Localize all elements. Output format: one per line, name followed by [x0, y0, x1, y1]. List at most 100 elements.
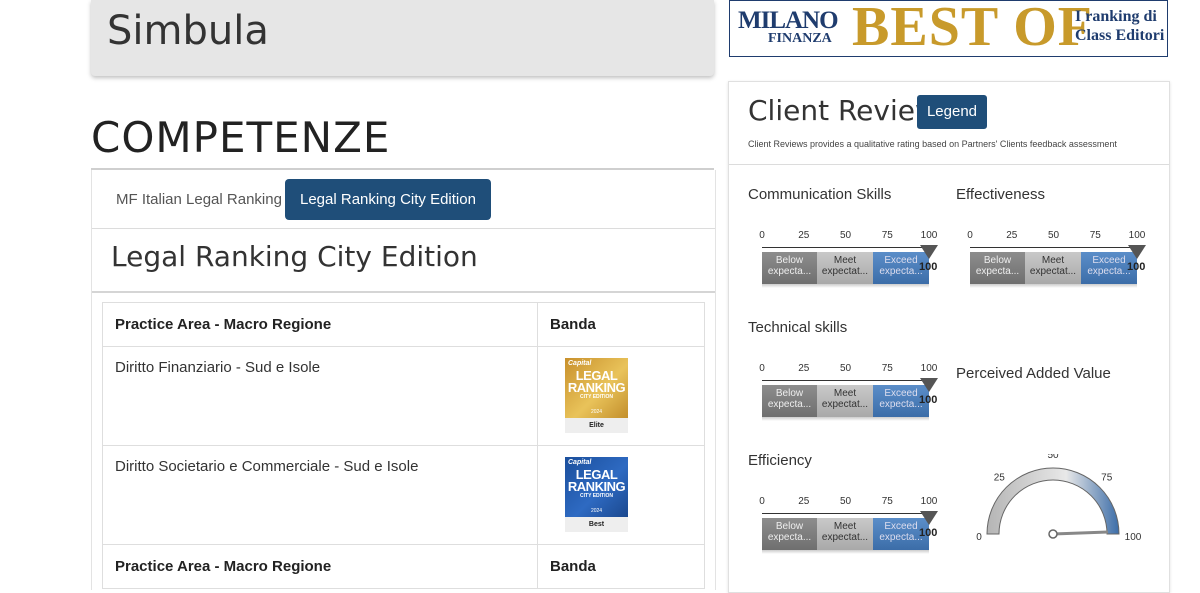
table-row: Diritto Societario e Commerciale - Sud e… — [102, 445, 705, 545]
profile-header: Simbula — [91, 0, 714, 76]
scale-tick-label: 75 — [881, 230, 893, 241]
metric-label-communication-skills: Communication Skills — [748, 186, 892, 203]
scale-tick-label: 25 — [798, 363, 810, 374]
scale-tick-label: 0 — [759, 363, 765, 374]
gauge-tick-label: 0 — [976, 532, 982, 543]
client-reviews-subtitle: Client Reviews provides a qualitative ra… — [748, 139, 1117, 149]
badge-title: LEGAL RANKING — [567, 467, 626, 494]
metric-label-technical-skills: Technical skills — [748, 319, 848, 336]
efficiency-bullet-chart: 0 25 50 75 100 Below expecta... Meet expectat.… — [759, 496, 942, 556]
effectiveness-bullet-chart: 0 25 50 75 100 Below expecta... Meet expectat.… — [967, 230, 1150, 290]
perceived-added-value-gauge: 0 25 50 75 100 — [976, 454, 1142, 543]
bar-shadow — [762, 550, 929, 554]
gauge-needle — [1052, 530, 1109, 536]
gauge-arc — [986, 467, 1120, 535]
scale-tick-label: 50 — [839, 230, 852, 241]
value-pointer — [1128, 245, 1146, 259]
communication-skills-bullet-chart: 0 25 50 75 100 Below expecta... Meet expectat.… — [759, 230, 942, 290]
badge-year: 2024 — [590, 409, 603, 415]
banda-cell: Capital LEGAL RANKING CITY EDITION 2024 … — [537, 445, 705, 545]
scale-tick-label: 100 — [920, 496, 938, 507]
band-meet: Meet expectat... — [1025, 252, 1081, 284]
pane-divider — [92, 291, 715, 293]
legend-button[interactable]: Legend — [917, 95, 987, 129]
badge-edition: CITY EDITION — [580, 493, 613, 499]
banner-best-of: BEST OF — [852, 0, 1093, 58]
scale-tick-label: 0 — [759, 230, 765, 241]
practice-area-cell: Diritto Societario e Commerciale - Sud e… — [102, 445, 538, 545]
badge-title: LEGAL RANKING — [567, 368, 626, 395]
legal-ranking-elite-badge: Capital LEGAL RANKING CITY EDITION 2024 … — [565, 358, 628, 433]
banner-mf-line2: FINANZA — [768, 31, 832, 46]
scale-tick-label: 100 — [1128, 230, 1146, 241]
best-of-banner[interactable]: MILANO FINANZA BEST OF I ranking di Clas… — [729, 0, 1168, 58]
banner-ranking-text: I ranking di Class Editori — [1075, 7, 1164, 45]
scale-tick-label: 50 — [1047, 230, 1060, 241]
gauge-tick-label: 100 — [1125, 532, 1142, 543]
scale-tick-label: 25 — [798, 496, 810, 507]
band-below: Below expecta... — [762, 385, 817, 417]
scale-axis — [970, 247, 1137, 248]
section-title: COMPETENZE — [91, 113, 391, 162]
metric-label-effectiveness: Effectiveness — [956, 186, 1045, 203]
scale-tick-label: 100 — [920, 230, 938, 241]
scale-tick-label: 25 — [798, 230, 810, 241]
badge-band: Elite — [565, 418, 628, 433]
value-pointer — [920, 245, 938, 259]
technical-skills-bullet-chart: 0 25 50 75 100 Below expecta... Meet expectat.… — [759, 363, 942, 423]
badge-band: Best — [565, 517, 628, 532]
scale-tick-label: 75 — [881, 363, 893, 374]
value-label: 100 — [1127, 261, 1146, 273]
footer-header-practice-area: Practice Area - Macro Regione — [102, 544, 538, 589]
banda-cell: Capital LEGAL RANKING CITY EDITION 2024 … — [537, 346, 705, 446]
ranking-table: Practice Area - Macro Regione Banda Diri… — [102, 302, 705, 589]
value-label: 100 — [919, 394, 938, 406]
scale-tick-label: 75 — [881, 496, 893, 507]
badge-brand: Capital — [568, 459, 592, 466]
band-meet: Meet expectat... — [817, 385, 873, 417]
scale-tick-label: 50 — [839, 363, 852, 374]
table-header-row: Practice Area - Macro Regione Banda — [102, 302, 705, 347]
pane-title: Legal Ranking City Edition — [111, 240, 478, 273]
scale-tick-label: 75 — [1089, 230, 1101, 241]
value-pointer — [920, 511, 938, 525]
metric-label-perceived-added-value: Perceived Added Value — [956, 365, 1111, 382]
badge-edition: CITY EDITION — [580, 394, 613, 400]
band-below: Below expecta... — [970, 252, 1025, 284]
tab-legal-ranking-city-edition[interactable]: Legal Ranking City Edition — [285, 179, 491, 220]
banner-ranking-line1: I ranking di — [1075, 8, 1157, 25]
band-below: Below expecta... — [762, 252, 817, 284]
value-label: 100 — [919, 527, 938, 539]
scale-tick-label: 0 — [759, 496, 765, 507]
scale-axis — [762, 247, 929, 248]
band-below: Below expecta... — [762, 518, 817, 550]
table-row: Diritto Finanziario - Sud e Isole Capita… — [102, 346, 705, 446]
value-pointer — [920, 378, 938, 392]
gauge-tick-label: 75 — [1101, 472, 1113, 483]
scale-axis — [762, 513, 929, 514]
tab-mf-italian-legal-ranking[interactable]: MF Italian Legal Ranking — [101, 179, 297, 220]
scale-tick-label: 50 — [839, 496, 852, 507]
badge-year: 2024 — [590, 508, 603, 514]
bar-shadow — [970, 284, 1137, 288]
gauge-tick-label: 50 — [1047, 454, 1059, 461]
badge-brand: Capital — [568, 360, 592, 367]
legal-ranking-best-badge: Capital LEGAL RANKING CITY EDITION 2024 … — [565, 457, 628, 532]
client-reviews-card: Client Reviews Legend Client Reviews pro… — [728, 81, 1170, 593]
rankings-panel: MF Italian Legal Ranking Legal Ranking C… — [91, 170, 716, 590]
scale-axis — [762, 380, 929, 381]
gauge-tick-label: 25 — [994, 472, 1006, 483]
scale-tick-label: 25 — [1006, 230, 1018, 241]
gauge-hub — [1048, 529, 1058, 539]
bar-shadow — [762, 284, 929, 288]
tab-divider — [92, 228, 715, 229]
band-meet: Meet expectat... — [817, 252, 873, 284]
banner-ranking-line2: Class Editori — [1075, 27, 1165, 44]
scale-tick-label: 100 — [920, 363, 938, 374]
scale-tick-label: 0 — [967, 230, 973, 241]
profile-name: Simbula — [107, 8, 269, 54]
table-footer-row: Practice Area - Macro Regione Banda — [102, 544, 705, 589]
column-header-practice-area: Practice Area - Macro Regione — [102, 302, 538, 347]
metric-label-efficiency: Efficiency — [748, 452, 812, 469]
column-header-banda: Banda — [537, 302, 705, 347]
